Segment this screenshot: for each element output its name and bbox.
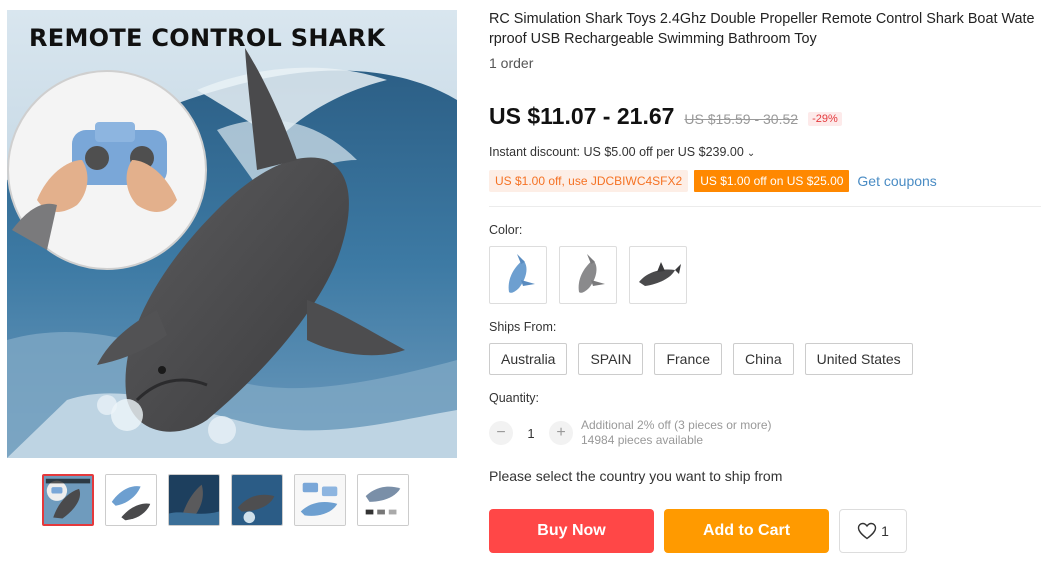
ships-from-options: Australia SPAIN France China United Stat… bbox=[489, 343, 913, 375]
price-row: US $11.07 - 21.67 US $15.59 - 30.52 -29% bbox=[489, 103, 842, 130]
stock-available: 14984 pieces available bbox=[581, 433, 704, 447]
chevron-down-icon: ⌄ bbox=[746, 148, 756, 159]
grey-shark-icon bbox=[578, 254, 605, 293]
thumbnail-6[interactable] bbox=[357, 474, 409, 526]
minus-icon[interactable]: − bbox=[489, 421, 513, 445]
ship-option-china[interactable]: China bbox=[733, 343, 794, 375]
ship-option-france[interactable]: France bbox=[654, 343, 723, 375]
quantity-label: Quantity: bbox=[489, 391, 540, 405]
thumbnail-2[interactable] bbox=[105, 474, 157, 526]
color-label: Color: bbox=[489, 223, 523, 237]
thumbnail-strip bbox=[42, 474, 409, 526]
add-to-cart-button[interactable]: Add to Cart bbox=[664, 509, 829, 553]
thumbnail-5[interactable] bbox=[294, 474, 346, 526]
discount-badge: -29% bbox=[808, 112, 842, 126]
ship-option-australia[interactable]: Australia bbox=[489, 343, 568, 375]
coupon-row: US $1.00 off, use JDCBIWC4SFX2 US $1.00 … bbox=[489, 170, 937, 192]
blue-shark-icon bbox=[508, 254, 535, 293]
ship-option-united-states[interactable]: United States bbox=[804, 343, 913, 375]
color-options bbox=[489, 246, 687, 304]
get-coupons-link[interactable]: Get coupons bbox=[857, 173, 936, 189]
instant-discount[interactable]: Instant discount: US $5.00 off per US $2… bbox=[489, 145, 755, 159]
buy-now-button[interactable]: Buy Now bbox=[489, 509, 654, 553]
plus-icon[interactable]: + bbox=[549, 421, 573, 445]
color-option-blue[interactable] bbox=[489, 246, 547, 304]
original-price: US $15.59 - 30.52 bbox=[684, 111, 799, 127]
store-coupon[interactable]: US $1.00 off on US $25.00 bbox=[694, 170, 850, 192]
thumbnail-4[interactable] bbox=[231, 474, 283, 526]
quantity-stepper: − 1 + Additional 2% off (3 pieces or mor… bbox=[489, 418, 772, 448]
quantity-discount-note: Additional 2% off (3 pieces or more) bbox=[581, 418, 772, 432]
wishlist-count: 1 bbox=[881, 523, 889, 539]
color-option-grey[interactable] bbox=[559, 246, 617, 304]
ship-country-message: Please select the country you want to sh… bbox=[489, 468, 783, 484]
quantity-notes: Additional 2% off (3 pieces or more) 149… bbox=[581, 418, 772, 448]
image-overlay-title: REMOTE CONTROL SHARK bbox=[29, 24, 386, 52]
thumbnail-1[interactable] bbox=[42, 474, 94, 526]
ships-from-label: Ships From: bbox=[489, 320, 557, 334]
shark-photo bbox=[7, 10, 457, 458]
coupon-code[interactable]: US $1.00 off, use JDCBIWC4SFX2 bbox=[489, 170, 689, 192]
ship-option-spain[interactable]: SPAIN bbox=[578, 343, 644, 375]
instant-discount-text: Instant discount: US $5.00 off per US $2… bbox=[489, 145, 744, 159]
main-product-image[interactable]: REMOTE CONTROL SHARK bbox=[7, 10, 457, 458]
wishlist-button[interactable]: 1 bbox=[839, 509, 907, 553]
thumbnail-3[interactable] bbox=[168, 474, 220, 526]
color-option-dark[interactable] bbox=[629, 246, 687, 304]
product-title: RC Simulation Shark Toys 2.4Ghz Double P… bbox=[489, 11, 1035, 47]
dark-shark-icon bbox=[639, 262, 681, 286]
order-count: 1 order bbox=[489, 55, 534, 71]
heart-icon bbox=[857, 522, 877, 540]
current-price: US $11.07 - 21.67 bbox=[489, 103, 675, 129]
divider bbox=[489, 206, 1041, 207]
quantity-value[interactable]: 1 bbox=[513, 426, 549, 441]
